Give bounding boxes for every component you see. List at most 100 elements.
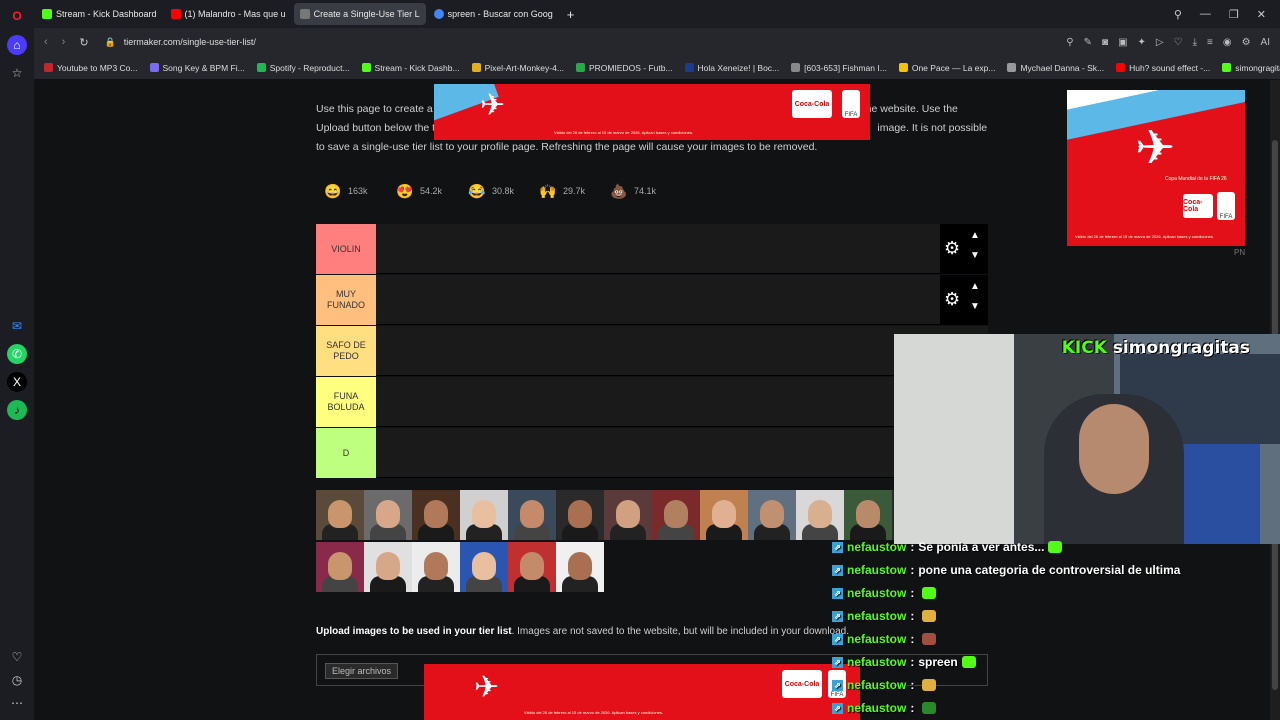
ai-icon[interactable]: AI [1261,37,1270,48]
heart-icon[interactable]: ♡ [7,647,27,667]
box-icon[interactable]: ▣ [1118,37,1127,48]
tier-item-image[interactable] [316,542,364,592]
bottom-banner-ad[interactable]: ✈ Coca-Cola FIFA Válido del 26 de febrer… [424,664,860,720]
profile-icon[interactable]: ◉ [1223,37,1232,48]
reaction-count: 74.1k [634,186,657,196]
tier-item-image[interactable] [508,490,556,540]
extension-icon[interactable]: ✦ [1138,37,1146,48]
home-icon[interactable]: ⌂ [7,35,27,55]
tier-item-image[interactable] [556,490,604,540]
chat-username: nefaustow [847,632,907,646]
history-icon[interactable]: ◷ [7,670,27,690]
gear-icon[interactable]: ⚙ [944,289,960,310]
chat-emote-icon [961,656,976,668]
tier-item-image[interactable] [364,490,412,540]
choose-files-button[interactable]: Elegir archivos [325,663,399,679]
reaction-button[interactable]: 🙌 29.7k [539,178,585,204]
maximize-icon[interactable]: ❐ [1229,8,1239,21]
tier-item-image[interactable] [508,542,556,592]
tab-kick-dashboard[interactable]: Stream - Kick Dashboard [36,3,163,25]
tier-item-image[interactable] [460,490,508,540]
reaction-button[interactable]: 😍 54.2k [396,178,442,204]
tier-item-image[interactable] [796,490,844,540]
minimize-icon[interactable]: — [1200,8,1211,20]
download-icon[interactable]: ⤓ [1193,37,1197,48]
tier-row[interactable]: SAFO DE PEDO [316,326,988,376]
bookmark-item[interactable]: Pixel-Art-Monkey-4... [471,63,564,73]
chevron-down-icon[interactable]: ▼ [970,250,980,261]
face-shape [328,552,352,580]
chevron-up-icon[interactable]: ▲ [970,281,980,292]
tier-item-image[interactable] [604,490,652,540]
close-icon[interactable]: ✕ [1257,8,1266,21]
chat-emote-icon [922,679,937,691]
menu-icon[interactable]: ≡ [1207,37,1213,48]
tab-tiermaker[interactable]: Create a Single-Use Tier L [293,3,426,25]
bookmark-item[interactable]: Hola Xeneize! | Boc... [684,63,779,73]
reaction-button[interactable]: 😄 163k [324,178,367,204]
bookmark-item[interactable]: Spotify - Reproduct... [256,63,350,73]
bookmark-favicon-icon [1116,63,1126,72]
settings-icon[interactable]: ⚙ [1242,37,1251,48]
back-icon[interactable]: ‹ [44,36,48,49]
tier-row[interactable]: D [316,428,988,478]
tier-item-image[interactable] [652,490,700,540]
tier-item-image[interactable] [460,542,508,592]
edit-icon[interactable]: ✎ [1084,37,1092,48]
more-icon[interactable]: ⋯ [7,693,27,713]
bookmark-item[interactable]: Song Key & BPM Fi... [149,63,245,73]
opera-logo-icon[interactable]: O [7,6,27,26]
bookmark-item[interactable]: One Pace — La exp... [898,63,995,73]
tier-item-image[interactable] [748,490,796,540]
tier-item-image[interactable] [316,490,364,540]
x-icon[interactable]: X [7,372,27,392]
chevron-up-icon[interactable]: ▲ [970,230,980,241]
spotify-icon[interactable]: ♪ [7,400,27,420]
gear-icon[interactable]: ⚙ [944,238,960,259]
tier-item-image[interactable] [364,542,412,592]
star-icon[interactable]: ☆ [7,63,27,83]
bookmark-item[interactable]: Stream - Kick Dashb... [361,63,460,73]
tier-label[interactable]: SAFO DE PEDO [316,326,376,376]
reaction-button[interactable]: 💩 74.1k [610,178,656,204]
tab-google[interactable]: spreen - Buscar con Goog [428,3,559,25]
reload-icon[interactable]: ↻ [79,36,88,49]
bookmark-item[interactable]: Huh? sound effect -... [1116,63,1210,73]
messenger-icon[interactable]: ✉ [7,316,27,336]
tier-row[interactable]: MUY FUNADO ⚙ ▲ ▼ [316,275,988,325]
search-icon[interactable]: ⚲ [1066,37,1073,48]
tier-item-image[interactable] [700,490,748,540]
tier-row[interactable]: VIOLIN ⚙ ▲ ▼ [316,224,988,274]
right-ad[interactable]: ✈ Copa Mundial de la FIFA 26 Coca-Cola F… [1067,90,1245,246]
tier-label[interactable]: MUY FUNADO [316,275,376,325]
tier-item-image[interactable] [556,542,604,592]
new-tab-button[interactable]: + [561,3,581,25]
bookmark-item[interactable]: [603-653] Fishman I... [791,63,887,73]
reaction-emoji-icon: 😂 [468,182,486,199]
tier-item-image[interactable] [844,490,892,540]
bookmark-item[interactable]: PROMIEDOS - Futb... [575,63,673,73]
tab-youtube[interactable]: (1) Malandro - Mas que u [165,3,292,25]
whatsapp-icon[interactable]: ✆ [7,344,27,364]
url-field[interactable]: 🔒 tiermaker.com/single-use-tier-list/ [105,37,256,48]
search-tabs-icon[interactable]: ⚲ [1174,8,1182,21]
tier-row[interactable]: FUNA BOLUDA [316,377,988,427]
tier-label[interactable]: FUNA BOLUDA [316,377,376,427]
forward-icon[interactable]: › [62,36,66,49]
tier-label[interactable]: D [316,428,376,478]
bookmark-item[interactable]: Youtube to MP3 Co... [44,63,138,73]
top-banner-ad[interactable]: ✈ Coca-Cola FIFA Válido del 26 de febrer… [434,84,870,140]
play-icon[interactable]: ▷ [1156,37,1164,48]
camera-icon[interactable]: ◙ [1102,37,1108,48]
heart-icon[interactable]: ♡ [1174,37,1183,48]
tier-label[interactable]: VIOLIN [316,224,376,274]
airplane-icon: ✈ [1135,122,1176,175]
bookmark-item[interactable]: simongragitas - Kic... [1222,63,1280,73]
face-shape [376,552,400,580]
face-shape [424,500,448,528]
chevron-down-icon[interactable]: ▼ [970,301,980,312]
tier-item-image[interactable] [412,542,460,592]
bookmark-item[interactable]: Mychael Danna - Sk... [1007,63,1104,73]
tier-item-image[interactable] [412,490,460,540]
reaction-button[interactable]: 😂 30.8k [468,178,514,204]
